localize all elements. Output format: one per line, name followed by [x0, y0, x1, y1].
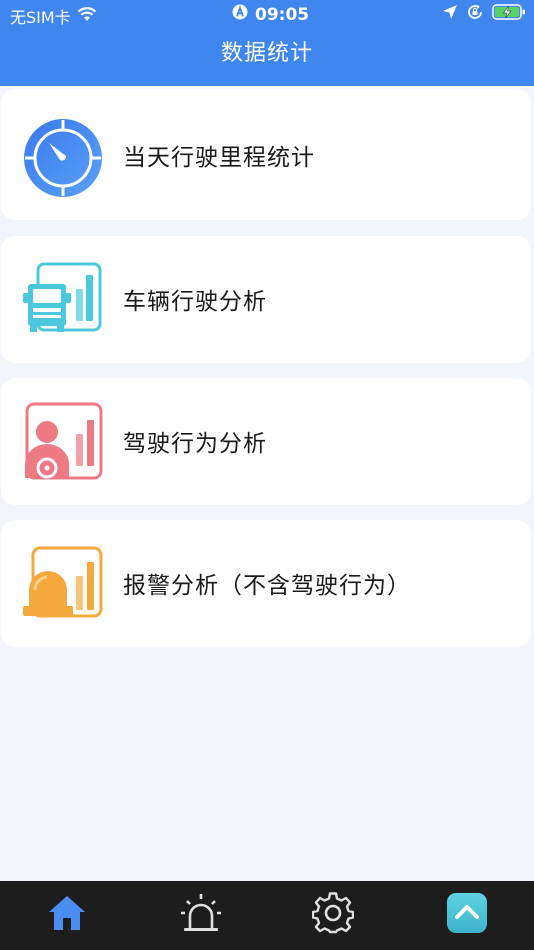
rotation-lock-icon [466, 3, 484, 25]
status-time: 09:05 [255, 4, 310, 25]
status-center: 09:05 [232, 4, 309, 25]
location-a-icon [232, 4, 248, 25]
daily-mileage-card[interactable]: 当天行驶里程统计 [1, 89, 531, 220]
scroll-up-icon [447, 893, 487, 937]
driving-behavior-card[interactable]: 驾驶行为分析 [1, 378, 531, 505]
alarm-light-icon [180, 892, 222, 938]
driver-chart-icon [23, 402, 103, 486]
status-bar: 无SIM卡 09:05 [0, 0, 534, 30]
driving-behavior-label: 驾驶行为分析 [123, 431, 267, 457]
location-arrow-icon [442, 4, 458, 24]
header-bar: 无SIM卡 09:05 数据统计 [0, 0, 534, 86]
tab-alarm[interactable] [179, 893, 223, 937]
battery-charging-icon [492, 3, 526, 25]
tab-home[interactable] [45, 893, 89, 937]
tab-scroll-up[interactable] [445, 893, 489, 937]
daily-mileage-label: 当天行驶里程统计 [123, 145, 315, 171]
alarm-chart-icon [23, 546, 103, 624]
wifi-icon [77, 6, 97, 26]
vehicle-analysis-card[interactable]: 车辆行驶分析 [1, 236, 531, 363]
status-left: 无SIM卡 [10, 4, 97, 28]
truck-chart-icon [23, 261, 103, 339]
home-icon [47, 894, 87, 936]
page-title: 数据统计 [220, 41, 313, 66]
alarm-analysis-label: 报警分析（不含驾驶行为） [123, 573, 411, 599]
bottom-tab-bar [0, 881, 534, 950]
carrier-text: 无SIM卡 [10, 8, 71, 27]
alarm-analysis-card[interactable]: 报警分析（不含驾驶行为） [1, 520, 531, 647]
status-right [442, 3, 526, 25]
speedometer-icon [23, 118, 103, 202]
gear-icon [311, 892, 355, 938]
tab-settings[interactable] [311, 892, 355, 938]
vehicle-analysis-label: 车辆行驶分析 [123, 289, 267, 315]
